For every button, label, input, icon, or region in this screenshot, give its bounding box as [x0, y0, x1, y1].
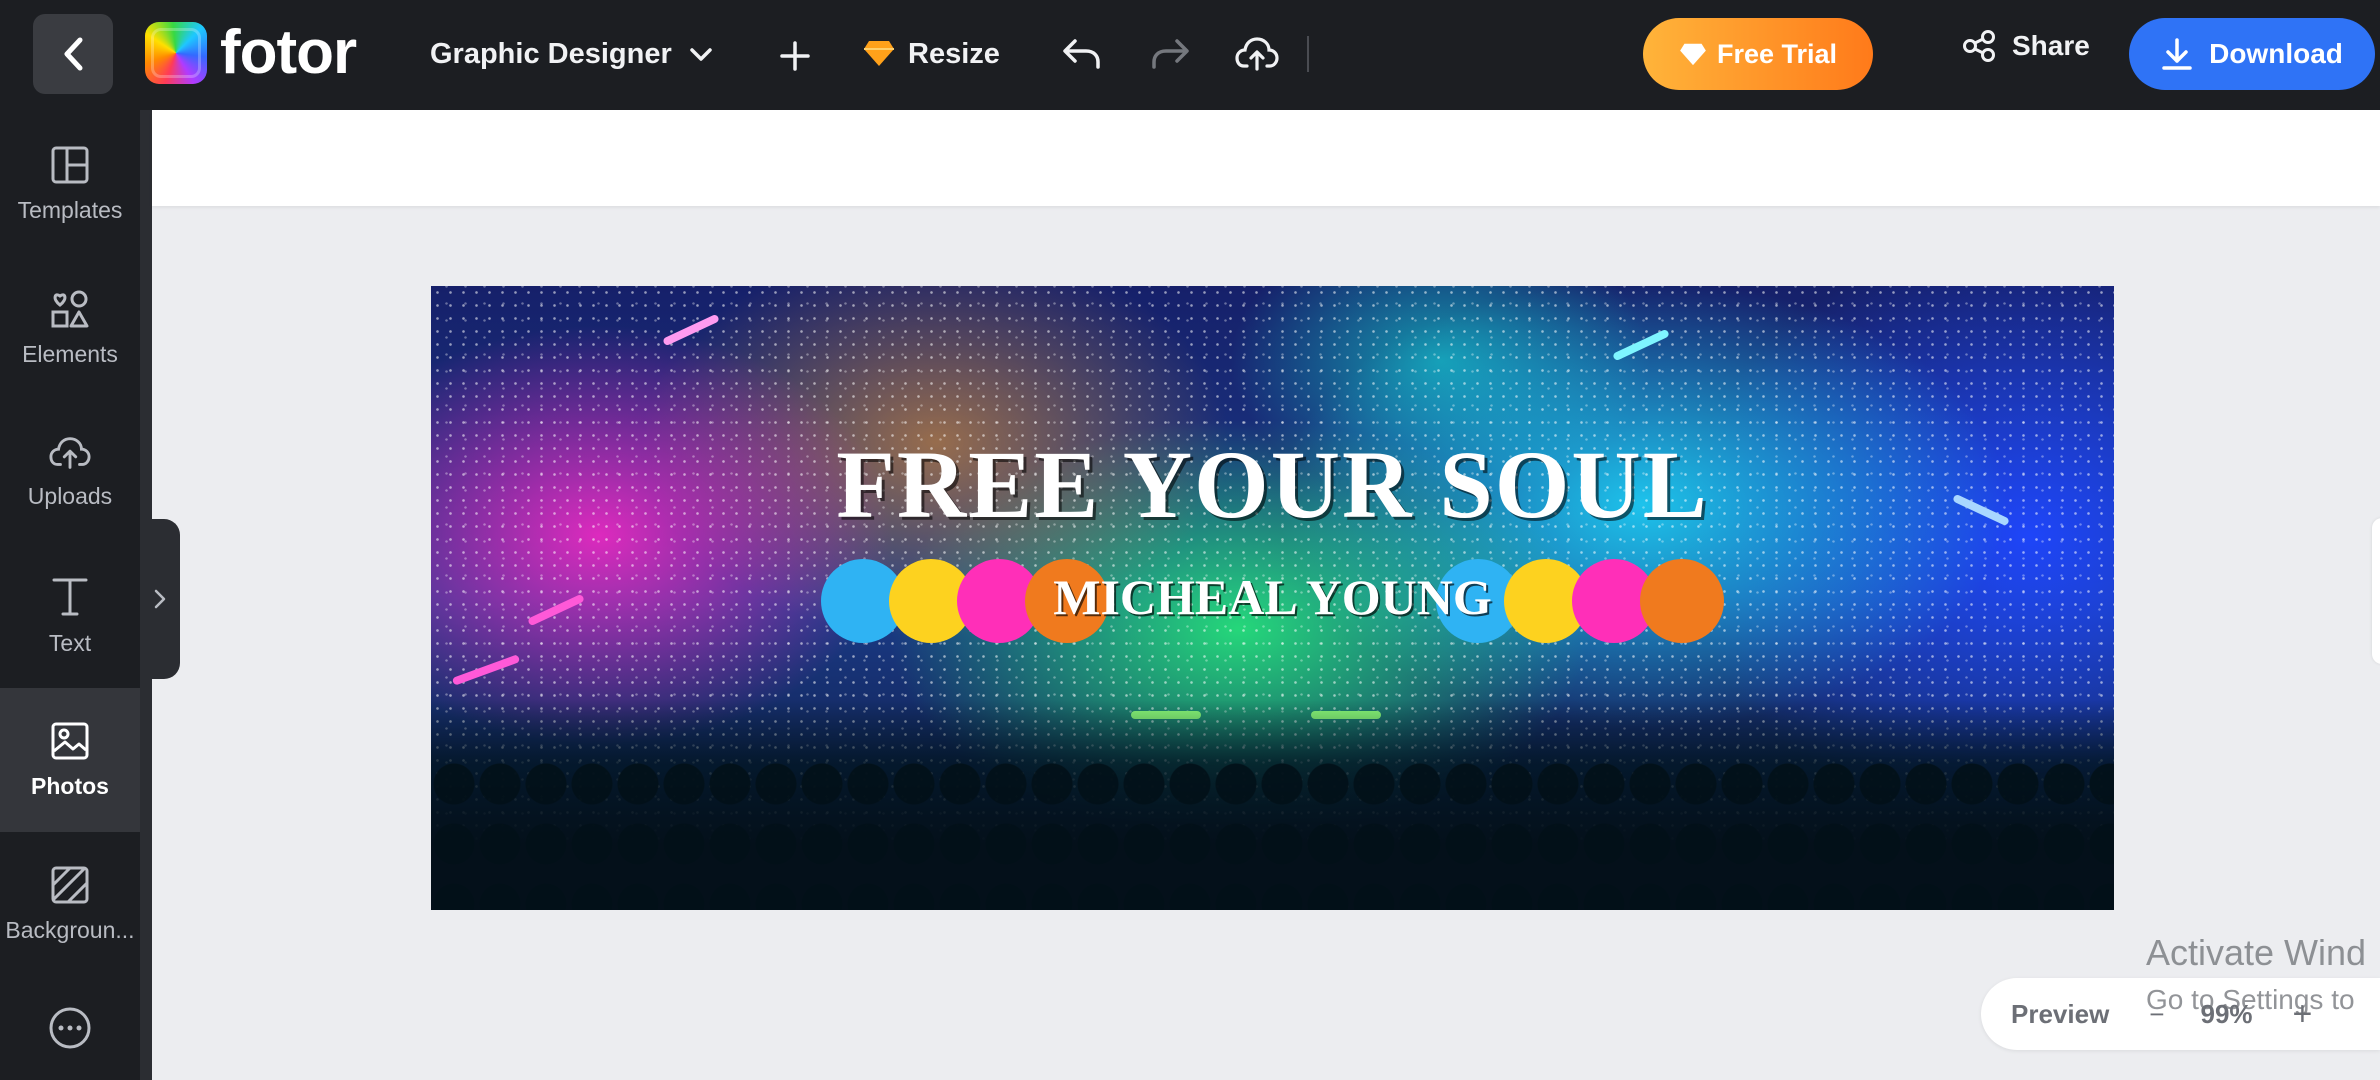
share-icon	[1963, 30, 1995, 62]
banner-title[interactable]: FREE YOUR SOUL	[431, 429, 2114, 540]
panel-toggle-button[interactable]	[140, 519, 180, 679]
sidebar-item-label: Templates	[17, 196, 123, 223]
elements-icon	[51, 290, 89, 327]
sidebar-item-uploads[interactable]: Uploads	[0, 400, 140, 544]
back-button[interactable]	[33, 14, 113, 94]
top-toolbar: fotor Graphic Designer Resize Free Trial…	[0, 0, 2380, 110]
sidebar-item-photos[interactable]: Photos	[0, 688, 140, 832]
download-button[interactable]: Download	[2129, 18, 2375, 90]
download-icon	[2162, 38, 2192, 70]
free-trial-button[interactable]: Free Trial	[1643, 18, 1873, 90]
sidebar-item-label: Text	[48, 629, 92, 656]
sidebar-item-label: Elements	[22, 340, 118, 367]
sidebar-item-templates[interactable]: Templates	[0, 112, 140, 256]
toolbar-divider	[1307, 36, 1309, 72]
redo-icon[interactable]	[1148, 34, 1192, 74]
resize-label: Resize	[908, 38, 1000, 70]
design-canvas[interactable]: FREE YOUR SOUL MICHEAL YOUNG	[431, 286, 2114, 910]
share-button[interactable]: Share	[1962, 30, 2090, 62]
photos-icon	[51, 722, 89, 759]
activation-watermark-text: Go to Settings to	[2146, 984, 2355, 1015]
share-label: Share	[2012, 30, 2090, 61]
download-label: Download	[2209, 38, 2343, 69]
text-icon	[52, 578, 88, 615]
fotor-logo-text: fotor	[220, 18, 357, 87]
sidebar-item-label: Photos	[31, 772, 109, 799]
banner-subtitle[interactable]: MICHEAL YOUNG	[431, 568, 2114, 626]
sidebar-item-text[interactable]: Text	[0, 544, 140, 688]
preview-button[interactable]: Preview	[2011, 999, 2109, 1030]
templates-icon	[51, 146, 89, 183]
more-icon	[49, 1007, 91, 1049]
left-sidebar: Templates Elements Uploads Text Photos B…	[0, 110, 140, 1080]
fotor-logo-icon	[145, 22, 207, 84]
activation-watermark-title: Activate Wind	[2146, 932, 2367, 973]
sidebar-item-background[interactable]: Backgroun...	[0, 832, 140, 976]
diamond-icon	[862, 38, 896, 68]
chevron-left-icon	[64, 37, 83, 71]
sidebar-item-label: Backgroun...	[5, 916, 135, 943]
chevron-down-icon	[686, 40, 716, 70]
sidebar-item-elements[interactable]: Elements	[0, 256, 140, 400]
undo-icon[interactable]	[1060, 34, 1104, 74]
diamond-icon	[1680, 43, 1706, 66]
sidebar-item-more[interactable]	[0, 976, 140, 1080]
project-name: Graphic Designer	[430, 38, 672, 70]
right-panel-handle[interactable]	[2372, 518, 2380, 664]
sidebar-item-label: Uploads	[27, 482, 113, 509]
chevron-right-icon	[154, 589, 166, 609]
free-trial-label: Free Trial	[1716, 38, 1838, 69]
cloud-upload-icon[interactable]	[1234, 32, 1280, 76]
page-header-strip	[152, 110, 2380, 206]
background-icon	[51, 866, 89, 903]
uploads-icon	[49, 436, 91, 469]
add-icon[interactable]	[775, 36, 815, 76]
crowd-heads	[431, 760, 2114, 910]
